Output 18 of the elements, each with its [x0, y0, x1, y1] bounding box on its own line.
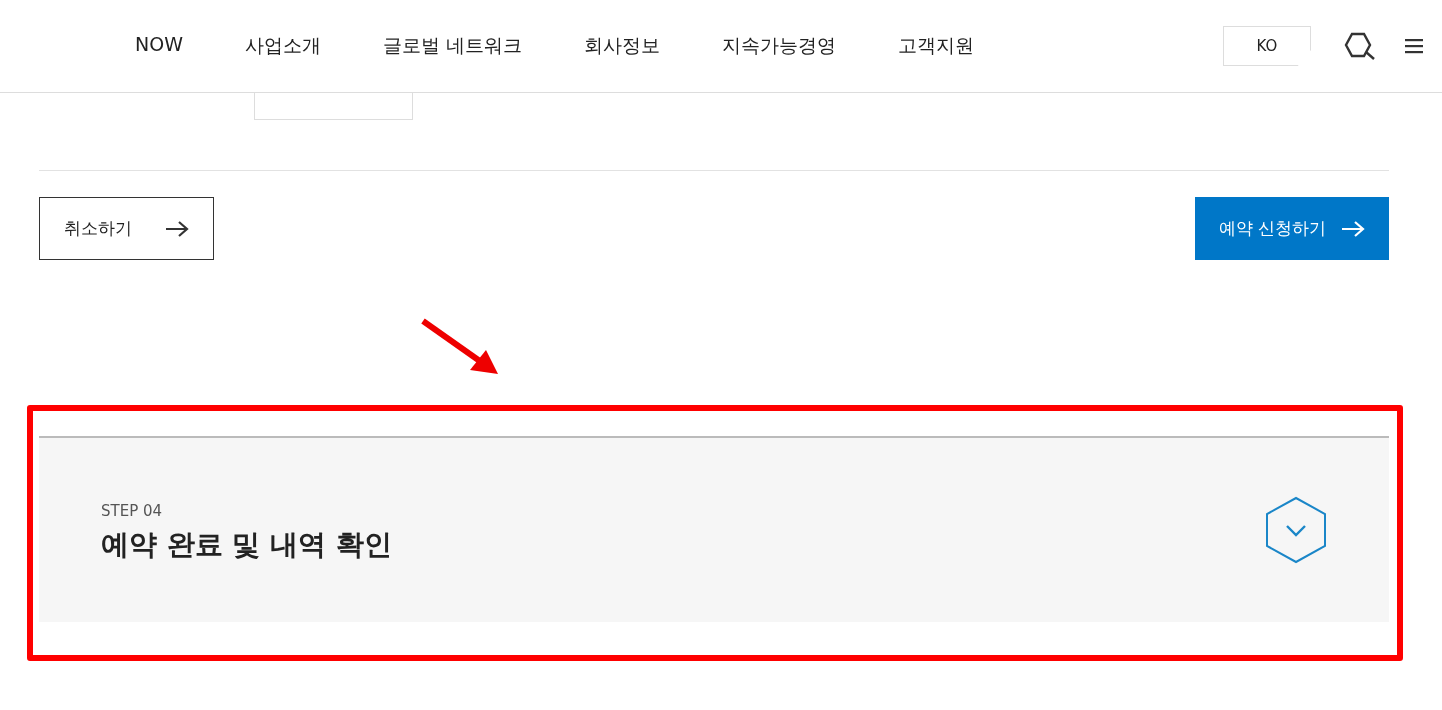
expand-toggle-icon[interactable] [1265, 496, 1327, 564]
step-label: STEP 04 [101, 502, 164, 520]
nav-link[interactable]: 지속가능경영 [722, 33, 836, 59]
select-field[interactable] [254, 92, 413, 120]
menu-icon[interactable] [1405, 36, 1423, 56]
cancel-button[interactable]: 취소하기 [39, 197, 214, 260]
arrow-icon [1341, 219, 1365, 238]
nav-link[interactable]: NOW [135, 33, 183, 59]
language-button[interactable]: KO [1223, 26, 1311, 66]
nav-link[interactable]: 글로벌 네트워크 [382, 33, 522, 59]
arrow-icon [165, 219, 189, 238]
nav-link[interactable]: 사업소개 [244, 33, 321, 59]
submit-button[interactable]: 예약 신청하기 [1195, 197, 1389, 260]
step-title: 예약 완료 및 내역 확인 [101, 527, 392, 563]
search-icon[interactable] [1343, 31, 1377, 61]
step-panel[interactable]: STEP 04 예약 완료 및 내역 확인 [39, 436, 1389, 622]
nav-link[interactable]: 회사정보 [584, 33, 660, 59]
nav-link[interactable]: 고객지원 [898, 33, 974, 59]
